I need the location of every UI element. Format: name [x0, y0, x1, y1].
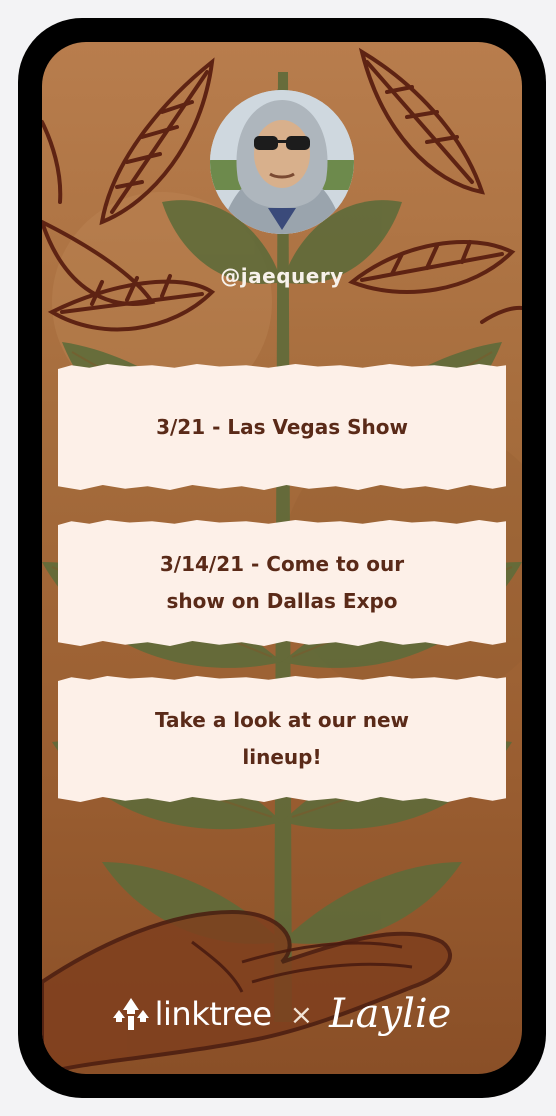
laylie-logo[interactable]: Laylie: [329, 991, 451, 1037]
link-label: 3/21 - Las Vegas Show: [156, 414, 408, 439]
link-button-dallas-expo[interactable]: 3/14/21 - Come to our show on Dallas Exp…: [58, 520, 506, 646]
linktree-screen: @jaequery 3/21 - Las Vegas Show 3/14/21 …: [42, 42, 522, 1074]
link-label: Take a look at our new lineup!: [154, 708, 409, 769]
phone-frame: @jaequery 3/21 - Las Vegas Show 3/14/21 …: [18, 18, 546, 1098]
profile-avatar: [210, 90, 354, 234]
profile-handle: @jaequery: [220, 264, 344, 288]
link-button-las-vegas-show[interactable]: 3/21 - Las Vegas Show: [58, 364, 506, 490]
linktree-wordmark: linktree: [154, 995, 272, 1033]
collab-separator: ×: [289, 997, 314, 1031]
linktree-logo[interactable]: linktree: [112, 995, 272, 1033]
footer-branding: linktree × Laylie: [42, 982, 522, 1046]
profile-photo-icon: [210, 90, 354, 234]
link-label: 3/14/21 - Come to our show on Dallas Exp…: [159, 552, 405, 613]
linktree-icon: [112, 998, 149, 1030]
link-button-new-lineup[interactable]: Take a look at our new lineup!: [58, 676, 506, 802]
